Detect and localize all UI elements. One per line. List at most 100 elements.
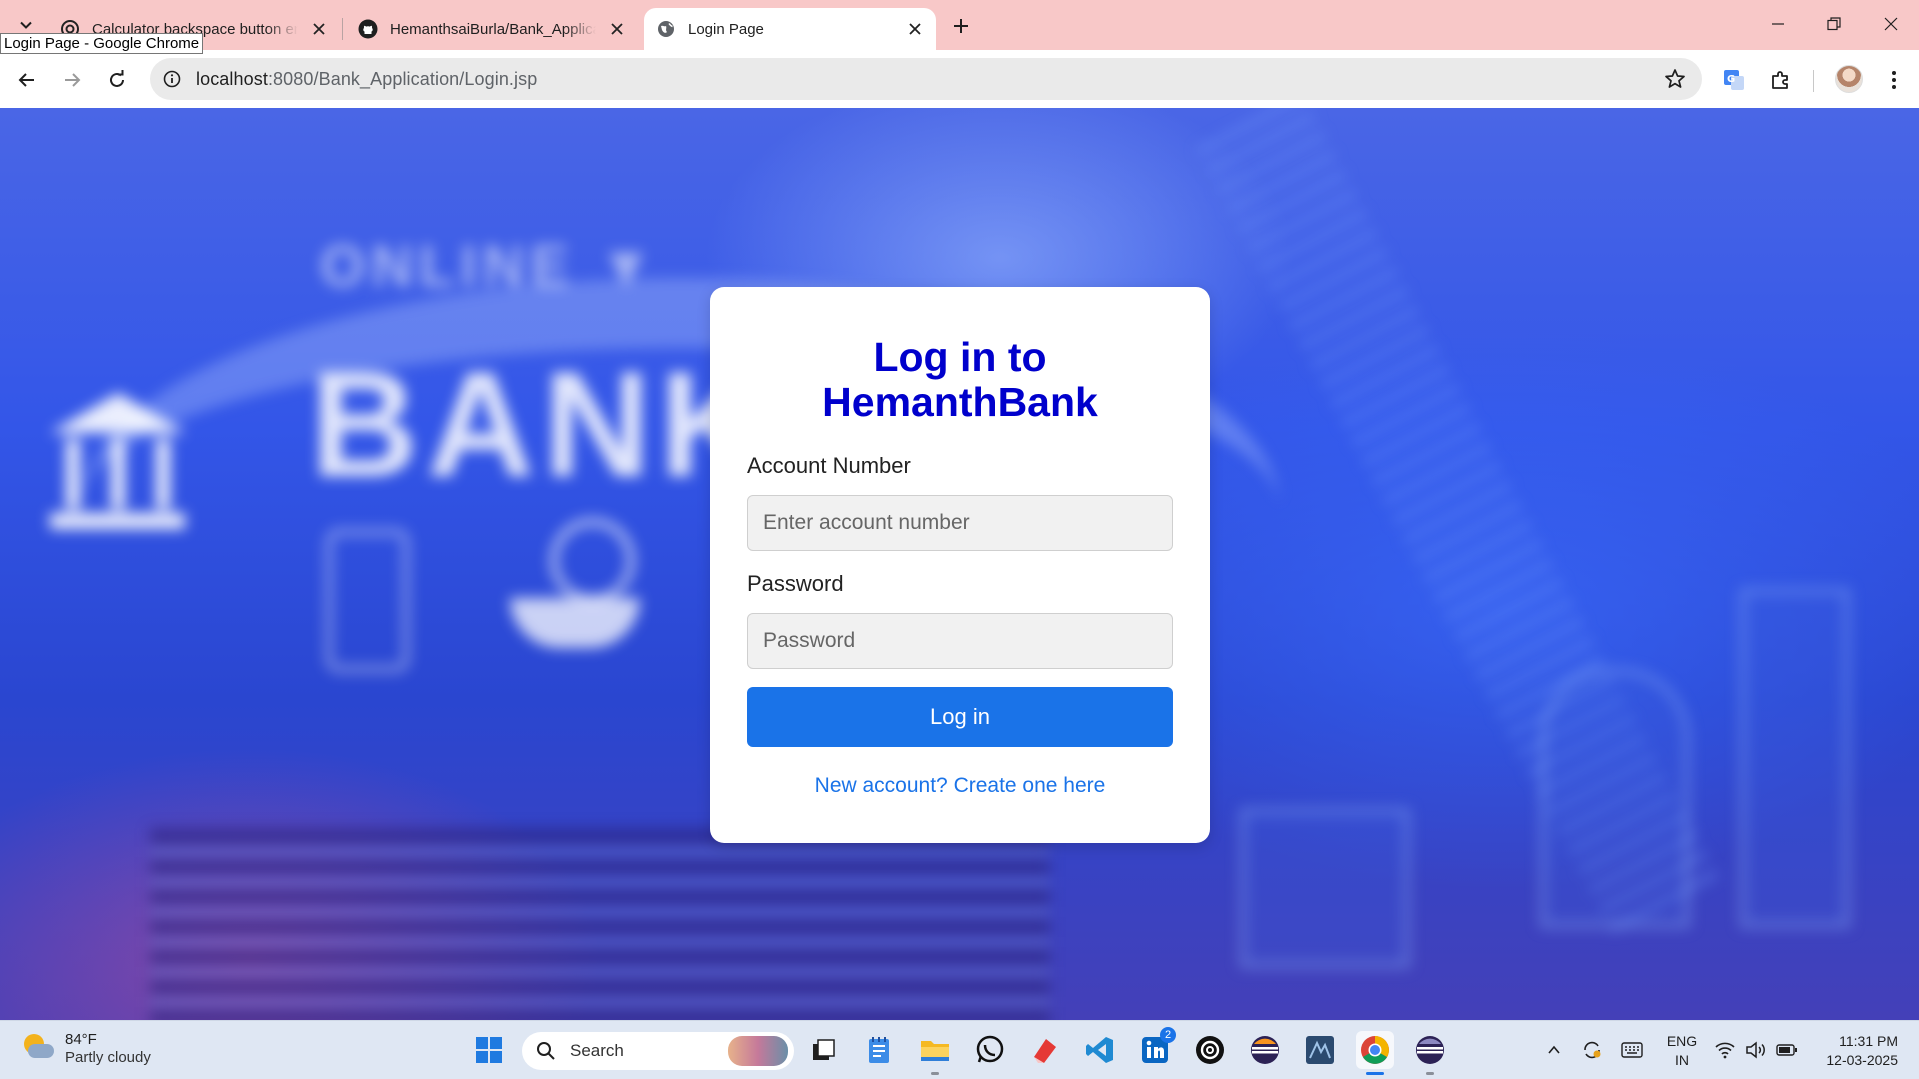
sync-icon: [1584, 1041, 1601, 1059]
task-view-icon: [813, 1039, 835, 1060]
battery-tray-button[interactable]: [1768, 1031, 1806, 1069]
eclipse-app[interactable]: [1246, 1031, 1284, 1069]
whatsapp-app[interactable]: [971, 1031, 1009, 1069]
reload-button[interactable]: [101, 64, 133, 96]
windows-logo-icon: [476, 1037, 502, 1063]
region-code: IN: [1675, 1052, 1689, 1068]
vscode-app[interactable]: [1081, 1031, 1119, 1069]
tab-title: HemanthsaiBurla/Bank_Applicati: [390, 20, 596, 38]
arrow-right-icon: [65, 73, 81, 87]
weather-widget[interactable]: 84°F Partly cloudy: [20, 1031, 151, 1067]
forward-button[interactable]: [56, 64, 88, 96]
notepad-icon: [869, 1037, 889, 1063]
speaker-icon: [1746, 1041, 1765, 1059]
show-hidden-icons-button[interactable]: [1535, 1031, 1573, 1069]
back-button[interactable]: [11, 64, 43, 96]
restore-button[interactable]: [1814, 8, 1854, 40]
chevron-up-icon: [1548, 1045, 1560, 1054]
chrome-icon: [1361, 1036, 1389, 1064]
close-icon[interactable]: [906, 20, 924, 38]
close-icon[interactable]: [608, 20, 626, 38]
reload-icon: [110, 70, 124, 87]
keyboard-icon: [1621, 1042, 1643, 1058]
background-word-online: ONLINE ▼: [320, 234, 661, 299]
more-menu-icon[interactable]: [1878, 64, 1910, 96]
site-info-icon[interactable]: [162, 69, 182, 89]
running-indicator: [1426, 1072, 1434, 1075]
pencil-app-icon: [1034, 1039, 1056, 1063]
task-view-button[interactable]: [805, 1031, 843, 1069]
search-label: Search: [570, 1041, 624, 1060]
chatgpt-icon: [1196, 1036, 1224, 1064]
chrome-app[interactable]: [1356, 1031, 1394, 1075]
mysql-workbench-icon: [1306, 1036, 1334, 1064]
background-building: [1740, 588, 1850, 928]
svg-text:G: G: [1727, 74, 1735, 85]
profile-avatar[interactable]: [1835, 65, 1863, 93]
coin-icon: [550, 518, 635, 603]
notification-badge: 2: [1160, 1027, 1176, 1043]
eclipse-app-2[interactable]: [1411, 1031, 1449, 1075]
battery-icon: [1776, 1044, 1797, 1056]
login-heading: Log in to HemanthBank: [822, 334, 1098, 425]
close-window-button[interactable]: [1871, 8, 1911, 40]
weather-condition: Partly cloudy: [65, 1049, 151, 1066]
background-building: [1540, 668, 1690, 928]
tab-strip: Calculator backspace button en Hemanthsa…: [0, 0, 1919, 50]
tab-github[interactable]: HemanthsaiBurla/Bank_Applicati: [346, 8, 638, 50]
window-title-tooltip: Login Page - Google Chrome: [0, 33, 204, 54]
tab-login-page[interactable]: Login Page: [644, 8, 936, 50]
chatgpt-app[interactable]: [1191, 1031, 1229, 1069]
chevron-down-icon: [20, 21, 32, 29]
url-text[interactable]: localhost:8080/Bank_Application/Login.js…: [196, 69, 537, 90]
account-number-input[interactable]: [747, 495, 1173, 551]
create-account-link[interactable]: New account? Create one here: [747, 774, 1173, 798]
login-button[interactable]: Log in: [747, 687, 1173, 747]
phone-icon: [325, 528, 410, 673]
github-icon: [358, 19, 378, 39]
start-button[interactable]: [470, 1031, 508, 1069]
language-indicator[interactable]: ENG IN: [1664, 1032, 1700, 1070]
arrow-left-icon: [18, 73, 34, 87]
windows-taskbar: 84°F Partly cloudy Search 2 ENG IN 11:31…: [0, 1020, 1919, 1079]
account-number-label: Account Number: [747, 453, 911, 478]
taskbar-search[interactable]: Search: [522, 1032, 794, 1070]
eclipse-icon: [1251, 1036, 1279, 1064]
language-code: ENG: [1666, 1033, 1698, 1049]
running-indicator: [931, 1072, 939, 1075]
google-translate-icon[interactable]: G: [1718, 64, 1750, 96]
wifi-icon: [1715, 1042, 1735, 1059]
close-icon[interactable]: [310, 20, 328, 38]
partly-cloudy-icon: [20, 1032, 56, 1066]
system-clock[interactable]: 11:31 PM 12-03-2025: [1812, 1032, 1898, 1070]
linkedin-app[interactable]: 2: [1136, 1027, 1176, 1069]
address-bar[interactable]: localhost:8080/Bank_Application/Login.js…: [150, 58, 1702, 100]
browser-toolbar: localhost:8080/Bank_Application/Login.js…: [0, 50, 1919, 108]
new-tab-button[interactable]: [946, 11, 976, 41]
whatsapp-icon: [976, 1035, 1004, 1063]
search-highlight-image: [728, 1036, 788, 1066]
notepad-app[interactable]: [860, 1031, 898, 1069]
restore-icon: [1827, 17, 1841, 31]
plus-icon: [954, 19, 968, 33]
tab-separator: [342, 18, 343, 40]
minimize-button[interactable]: [1758, 8, 1798, 40]
mysql-workbench-app[interactable]: [1301, 1031, 1339, 1069]
keyboard-tray-button[interactable]: [1613, 1031, 1651, 1069]
bank-building-icon: [50, 393, 186, 533]
bookmark-star-icon[interactable]: [1664, 68, 1686, 90]
file-explorer-app[interactable]: [916, 1031, 954, 1075]
password-label: Password: [747, 571, 844, 596]
background-building: [1240, 808, 1410, 968]
password-input[interactable]: [747, 613, 1173, 669]
clock-date: 12-03-2025: [1826, 1052, 1898, 1068]
vscode-icon: [1086, 1037, 1113, 1063]
close-icon: [1884, 17, 1898, 31]
extensions-puzzle-icon[interactable]: [1765, 64, 1797, 96]
page-viewport: ONLINE ▼ BANKIN Log in to HemanthBank Ac…: [0, 108, 1919, 1020]
login-card: Log in to HemanthBank Account Number Pas…: [710, 287, 1210, 843]
app-red-pencil[interactable]: [1026, 1031, 1064, 1069]
sync-tray-button[interactable]: [1573, 1031, 1611, 1069]
hand-icon: [510, 598, 640, 648]
tab-title: Login Page: [688, 20, 764, 38]
